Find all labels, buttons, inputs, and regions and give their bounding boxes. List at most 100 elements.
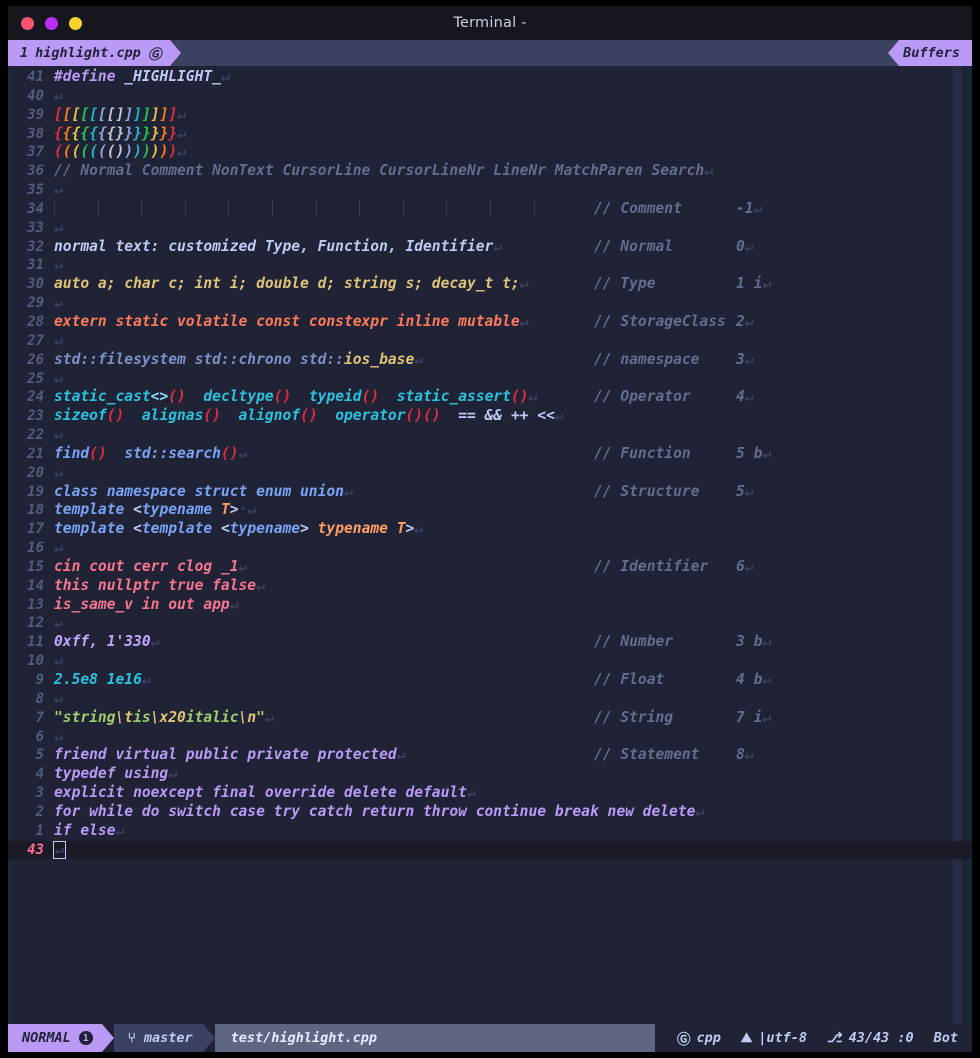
line-number: 26: [27, 351, 44, 368]
trailing-comment-value: 7 i: [736, 708, 763, 726]
code-token: <: [133, 520, 142, 538]
code-line[interactable]: 7 "string\tis\x20italic\n"↵// String 7 i ↵: [8, 709, 972, 728]
code-token: T: [387, 520, 406, 538]
line-content: 2.5e8 1e16↵: [44, 671, 151, 690]
code-line[interactable]: 21 find() std::search()↵// Function 5 b ↵: [8, 445, 972, 464]
indent-guide: [533, 199, 578, 216]
code-line[interactable]: 18 template <typename T>·↵: [8, 501, 972, 520]
code-line[interactable]: 39 [[[[[[[]]]]]]]↵: [8, 106, 972, 125]
code-line[interactable]: 34 // Comment -1 ↵: [8, 199, 972, 219]
code-line[interactable]: 9 2.5e8 1e16↵// Float 4 b ↵: [8, 671, 972, 690]
code-token: (): [203, 407, 221, 425]
code-token: (): [106, 407, 125, 425]
eol-marker-icon: ↵: [54, 256, 63, 274]
code-token: typename: [141, 501, 213, 519]
code-line[interactable]: 25 ↵: [8, 370, 972, 389]
code-line[interactable]: 14 this nullptr true false↵: [8, 577, 972, 596]
line-content: ↵: [44, 840, 66, 860]
eol-marker-icon: ↵: [54, 652, 63, 670]
code-token: [: [97, 105, 107, 123]
line-number: 10: [27, 653, 44, 670]
code-token: (: [106, 143, 116, 161]
code-line[interactable]: 2 for while do switch case try catch retu…: [8, 803, 972, 822]
eol-marker-icon: ↵: [256, 576, 265, 594]
line-number: 3: [35, 785, 44, 802]
code-token: ]: [141, 105, 151, 123]
code-line[interactable]: 41 #define _HIGHLIGHT_↵: [8, 68, 972, 87]
code-line[interactable]: 4 typedef using↵: [8, 765, 972, 784]
code-line[interactable]: 26 std::filesystem std::chrono std::ios_b…: [8, 351, 972, 370]
status-git[interactable]: ⑂ master: [113, 1024, 203, 1052]
code-line[interactable]: 17 template <template <typename> typename…: [8, 520, 972, 539]
code-line[interactable]: 32 normal text: customized Type, Function…: [8, 238, 972, 257]
mode-separator-icon: [101, 1024, 114, 1052]
editor-area[interactable]: 41 #define _HIGHLIGHT_↵ 40 ↵ 39[[[[[[[]]]]]]…: [8, 66, 972, 1024]
code-line[interactable]: 38 {{{{{{{}}}}}}}↵: [8, 125, 972, 144]
code-line[interactable]: 43 ↵: [8, 840, 972, 860]
status-mode[interactable]: NORMAL 1: [8, 1024, 102, 1052]
code-line[interactable]: 30 auto a; char c; int i; double d; strin…: [8, 275, 972, 294]
code-token: template: [141, 520, 213, 538]
line-content: ↵: [44, 370, 63, 389]
line-number: 35: [27, 182, 44, 199]
linux-penguin-icon: ⛰: [740, 1030, 753, 1046]
eol-marker-icon: ↵: [168, 765, 178, 783]
tab-highlight-cpp[interactable]: 1 highlight.cpp Ⓖ: [8, 40, 171, 66]
code-line[interactable]: 11 0xff, 1'330↵// Number 3 b ↵: [8, 633, 972, 652]
code-line[interactable]: 24 static_cast<>() decltype() typeid() st…: [8, 388, 972, 407]
code-line[interactable]: 16 ↵: [8, 539, 972, 558]
code-token: template: [54, 501, 134, 519]
buffers-separator-icon: [888, 40, 900, 66]
line-content: ↵: [44, 181, 63, 200]
code-line[interactable]: 36 // Normal Comment NonText CursorLine C…: [8, 162, 972, 181]
code-line[interactable]: 29 ↵: [8, 294, 972, 313]
code-line[interactable]: 40 ↵: [8, 87, 972, 106]
eol-marker-icon: ↵: [744, 312, 754, 330]
code-line[interactable]: 28 extern static volatile const constexpr…: [8, 313, 972, 332]
line-content: template <template <typename> typename T…: [44, 520, 423, 539]
code-line[interactable]: 10 ↵: [8, 652, 972, 671]
eol-marker-icon: ↵: [762, 708, 772, 726]
status-encoding[interactable]: ⛰ |utf-8: [741, 1030, 807, 1046]
code-line[interactable]: 6 ↵: [8, 728, 972, 747]
code-line[interactable]: 15 cin cout cerr clog _1↵// Identifier 6 ↵: [8, 558, 972, 577]
line-number: 43: [27, 841, 44, 858]
eol-marker-icon: ↵: [238, 444, 248, 462]
eol-marker-icon: ↵: [229, 595, 239, 613]
code-token: }: [141, 124, 151, 142]
line-content: ↵: [44, 728, 63, 747]
code-token: auto a; char c; int i; double d; string …: [54, 275, 520, 293]
status-position[interactable]: ⎇ 43/43 :0: [827, 1030, 914, 1046]
code-line[interactable]: 5 friend virtual public private protected…: [8, 746, 972, 765]
code-token: static_cast: [54, 388, 151, 406]
code-line[interactable]: 1 if else↵: [8, 822, 972, 841]
code-line[interactable]: 33 ↵: [8, 219, 972, 238]
code-line[interactable]: 22 ↵: [8, 426, 972, 445]
status-filetype[interactable]: Ⓖ cpp: [677, 1028, 721, 1048]
status-filepath[interactable]: test/highlight.cpp: [214, 1024, 391, 1052]
code-line[interactable]: 27 ↵: [8, 332, 972, 351]
eol-marker-icon: ↵: [264, 708, 274, 726]
cursor-icon: ⎇: [827, 1030, 843, 1046]
code-line[interactable]: 19 class namespace struct enum union↵// S…: [8, 483, 972, 502]
line-number: 22: [27, 427, 44, 444]
code-line[interactable]: 20 ↵: [8, 464, 972, 483]
code-line[interactable]: 35 ↵: [8, 181, 972, 200]
code-line[interactable]: 31 ↵: [8, 256, 972, 275]
text-cursor[interactable]: ↵: [53, 840, 66, 859]
code-line[interactable]: 37 ((((((()))))))↵: [8, 143, 972, 162]
code-token: == && ++ <<: [458, 407, 555, 425]
code-line[interactable]: 23 sizeof() alignas() alignof() operator(…: [8, 407, 972, 426]
eol-marker-icon: ↵: [466, 784, 476, 802]
buffers-label[interactable]: Buffers: [899, 40, 972, 66]
line-number: 16: [27, 540, 44, 557]
line-content: "string\tis\x20italic\n"↵: [44, 709, 274, 728]
code-line[interactable]: 3 explicit noexcept final override delete…: [8, 784, 972, 803]
code-line[interactable]: 13 is_same_v in out app↵: [8, 596, 972, 615]
code-line[interactable]: 12 ↵: [8, 614, 972, 633]
code-line[interactable]: 8 ↵: [8, 690, 972, 709]
trailing-comment: // Comment: [594, 199, 682, 217]
code-token: }: [168, 124, 178, 142]
